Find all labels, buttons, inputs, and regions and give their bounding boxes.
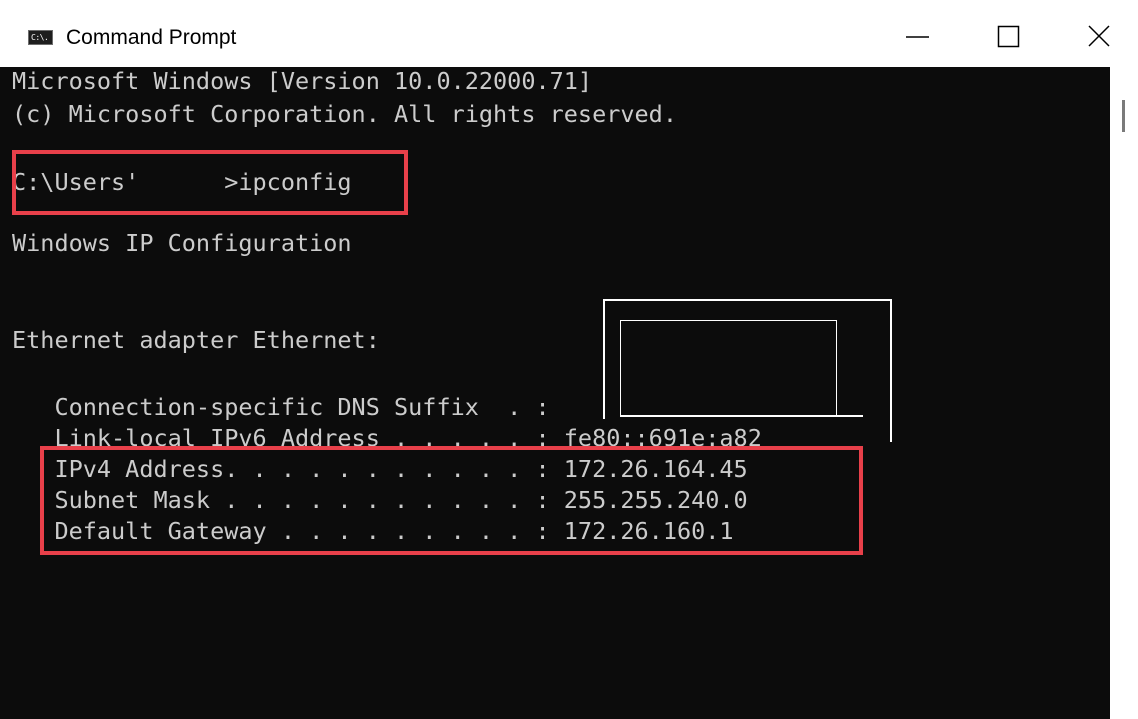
vertical-scrollbar[interactable] [1110,67,1138,719]
console-line-ip-config-heading: Windows IP Configuration [12,229,352,257]
console-line-adapter-heading: Ethernet adapter Ethernet: [12,326,380,354]
maximize-icon [997,25,1020,48]
close-icon [1088,25,1110,47]
ip-details-highlight-box [40,446,863,555]
redaction-outline-right [890,299,892,442]
title-bar[interactable]: C:\. Command Prompt [0,0,1138,67]
redaction-outline-left [603,299,605,419]
command-prompt-window: C:\. Command Prompt Microsoft Windows [V… [0,0,1138,719]
console-line-version: Microsoft Windows [Version 10.0.22000.71… [12,67,593,95]
minimize-button[interactable] [874,0,964,67]
app-icon-label: C:\. [31,33,49,42]
minimize-icon [906,36,929,38]
console-line-dns-suffix: Connection-specific DNS Suffix . : [12,393,550,421]
redaction-box [620,320,837,417]
redaction-outline-top [603,299,892,301]
close-button[interactable] [1048,0,1138,67]
maximize-button[interactable] [966,0,1056,67]
command-highlight-box [12,150,408,215]
window-title: Command Prompt [66,26,237,49]
command-prompt-app-icon[interactable]: C:\. [28,30,53,45]
scrollbar-thumb[interactable] [1122,100,1125,132]
console-line-copyright: (c) Microsoft Corporation. All rights re… [12,100,677,128]
